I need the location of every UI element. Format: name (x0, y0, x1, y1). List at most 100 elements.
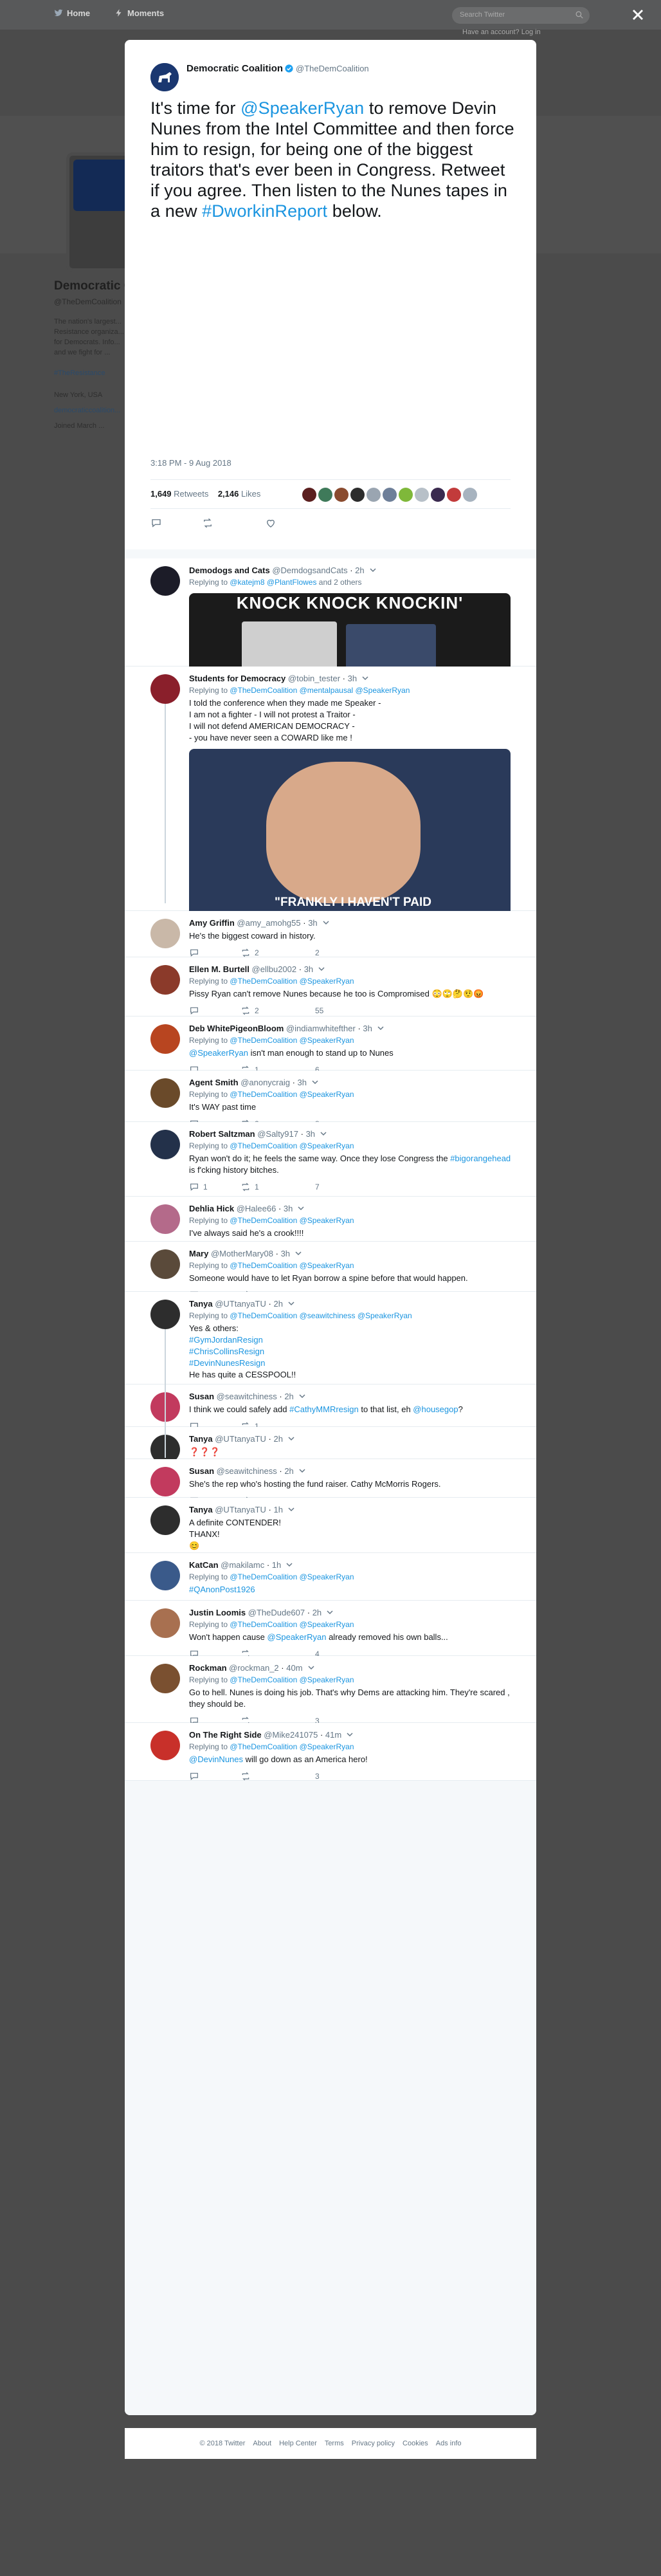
close-icon[interactable] (629, 6, 646, 23)
reply-tweet[interactable]: Students for Democracy @tobin_tester · 3… (125, 667, 536, 977)
reply-tweet[interactable]: Amy Griffin @amy_amohg55 · 3h He's the bi… (125, 911, 536, 957)
reply-author-name[interactable]: On The Right Side (189, 1730, 262, 1740)
reply-author-handle[interactable]: @seawitchiness (217, 1466, 277, 1476)
reply-author-handle[interactable]: @anonycraig (240, 1078, 290, 1087)
retweet-icon[interactable] (202, 517, 213, 529)
hashtag-link[interactable]: #bigorangehead (450, 1154, 511, 1163)
chevron-down-icon[interactable] (320, 1130, 327, 1137)
avatar[interactable] (150, 1608, 180, 1638)
avatar[interactable] (150, 1467, 180, 1496)
reply-time[interactable]: 3h (308, 918, 317, 928)
like-count[interactable]: 2,146 Likes (218, 489, 261, 499)
liker-avatar[interactable] (399, 488, 413, 502)
replying-to-links[interactable]: @TheDemCoalition @SpeakerRyan (230, 1036, 354, 1045)
replying-to-links[interactable]: @TheDemCoalition @SpeakerRyan (230, 1675, 354, 1684)
reply-author-name[interactable]: Justin Loomis (189, 1608, 246, 1617)
login-link[interactable]: Have an account? Log in (462, 28, 541, 36)
hashtag-link[interactable]: #DworkinReport (202, 201, 327, 221)
reply-author-name[interactable]: Students for Democracy (189, 674, 285, 683)
mention-link[interactable]: @SpeakerRyan (240, 98, 364, 118)
replying-to-links[interactable]: @TheDemCoalition @SpeakerRyan (230, 1141, 354, 1150)
reply-button[interactable] (189, 1771, 203, 1782)
reply-icon[interactable] (150, 517, 162, 529)
reply-time[interactable]: 3h (281, 1249, 290, 1258)
reply-time[interactable]: 41m (325, 1730, 341, 1740)
reply-tweet[interactable]: Susan @seawitchiness · 2h I think we coul… (125, 1385, 536, 1431)
liker-avatar[interactable] (302, 488, 316, 502)
reply-author-handle[interactable]: @UTtanyaTU (215, 1434, 266, 1444)
liker-avatar[interactable] (447, 488, 461, 502)
reply-author-handle[interactable]: @rockman_2 (229, 1663, 279, 1673)
reply-tweet[interactable]: Ellen M. Burtell @ellbu2002 · 3h Replying… (125, 957, 536, 1017)
reply-time[interactable]: 2h (273, 1434, 282, 1444)
avatar[interactable] (150, 1024, 180, 1054)
reply-author-name[interactable]: Tanya (189, 1505, 213, 1514)
liker-avatar[interactable] (463, 488, 477, 502)
footer-link[interactable]: © 2018 Twitter (199, 2440, 245, 2447)
reply-tweet[interactable]: Susan @seawitchiness · 2h She's the rep w… (125, 1459, 536, 1505)
reply-author-handle[interactable]: @UTtanyaTU (215, 1505, 266, 1514)
footer-link[interactable]: Terms (325, 2440, 344, 2447)
reply-button[interactable] (189, 1005, 203, 1017)
avatar[interactable] (150, 1731, 180, 1760)
replying-to-links[interactable]: @TheDemCoalition @SpeakerRyan (230, 1216, 354, 1225)
reply-time[interactable]: 2h (355, 566, 364, 575)
reply-author-handle[interactable]: @UTtanyaTU (215, 1299, 266, 1309)
avatar[interactable] (150, 1505, 180, 1535)
avatar[interactable] (150, 1078, 180, 1108)
avatar[interactable] (150, 1561, 180, 1590)
reply-author-name[interactable]: KatCan (189, 1560, 219, 1570)
avatar[interactable] (150, 1664, 180, 1693)
chevron-down-icon[interactable] (318, 966, 325, 972)
reply-time[interactable]: 3h (348, 674, 357, 683)
tweet-timestamp[interactable]: 3:18 PM - 9 Aug 2018 (150, 458, 231, 468)
chevron-down-icon[interactable] (347, 1731, 353, 1738)
reply-time[interactable]: 1h (272, 1560, 281, 1570)
footer-link[interactable]: Privacy policy (352, 2440, 395, 2447)
reply-author-name[interactable]: Agent Smith (189, 1078, 239, 1087)
liker-avatar[interactable] (334, 488, 349, 502)
reply-tweet[interactable]: Mary @MotherMary08 · 3h Replying to @TheD… (125, 1242, 536, 1300)
avatar[interactable] (150, 1249, 180, 1279)
hashtag-link[interactable]: #CathyMMRresign (289, 1404, 359, 1414)
avatar[interactable] (150, 63, 179, 91)
liker-avatar[interactable] (415, 488, 429, 502)
chevron-down-icon[interactable] (308, 1664, 314, 1671)
reply-tweet[interactable]: On The Right Side @Mike241075 · 41m Reply… (125, 1723, 536, 1781)
avatar[interactable] (150, 1300, 180, 1329)
chevron-down-icon[interactable] (312, 1079, 318, 1085)
chevron-down-icon[interactable] (288, 1300, 294, 1307)
reply-author-handle[interactable]: @Halee66 (237, 1204, 276, 1213)
reply-author-handle[interactable]: @makilamc (221, 1560, 264, 1570)
chevron-down-icon[interactable] (299, 1393, 305, 1399)
like-button[interactable]: 55 (311, 1005, 323, 1017)
chevron-down-icon[interactable] (288, 1435, 294, 1442)
reply-time[interactable]: 2h (284, 1392, 293, 1401)
avatar[interactable] (150, 1204, 180, 1234)
reply-time[interactable]: 3h (284, 1204, 293, 1213)
footer-link[interactable]: Help Center (279, 2440, 317, 2447)
reply-time[interactable]: 2h (273, 1299, 282, 1309)
reply-author-name[interactable]: Susan (189, 1466, 214, 1476)
reply-author-name[interactable]: Dehlia Hick (189, 1204, 234, 1213)
replying-to-links[interactable]: @katejm8 @PlantFlowes (230, 578, 316, 587)
avatar[interactable] (150, 674, 180, 704)
reply-author-handle[interactable]: @Mike241075 (264, 1730, 318, 1740)
footer-link[interactable]: About (253, 2440, 271, 2447)
nav-moments[interactable]: Moments (114, 8, 164, 18)
hashtag-link[interactable]: #QAnonPost1926 (189, 1585, 255, 1594)
replying-to-links[interactable]: @TheDemCoalition @SpeakerRyan (230, 1620, 354, 1629)
reply-author-name[interactable]: Demodogs and Cats (189, 566, 270, 575)
reply-tweet[interactable]: Agent Smith @anonycraig · 3h Replying to … (125, 1071, 536, 1128)
reply-author-name[interactable]: Tanya (189, 1434, 213, 1444)
avatar[interactable] (150, 965, 180, 995)
reply-author-handle[interactable]: @DemdogsandCats (272, 566, 347, 575)
mention-link[interactable]: @housegop (413, 1404, 458, 1414)
reply-tweet[interactable]: Tanya @UTtanyaTU · 2h❓❓❓1 (125, 1427, 536, 1473)
replying-to-links[interactable]: @TheDemCoalition @SpeakerRyan (230, 1742, 354, 1751)
avatar[interactable] (150, 1130, 180, 1159)
reply-time[interactable]: 40m (286, 1663, 302, 1673)
reply-author-name[interactable]: Amy Griffin (189, 918, 235, 928)
reply-tweet[interactable]: Dehlia Hick @Halee66 · 3h Replying to @Th… (125, 1197, 536, 1255)
reply-tweet[interactable]: Robert Saltzman @Salty917 · 3h Replying t… (125, 1122, 536, 1208)
